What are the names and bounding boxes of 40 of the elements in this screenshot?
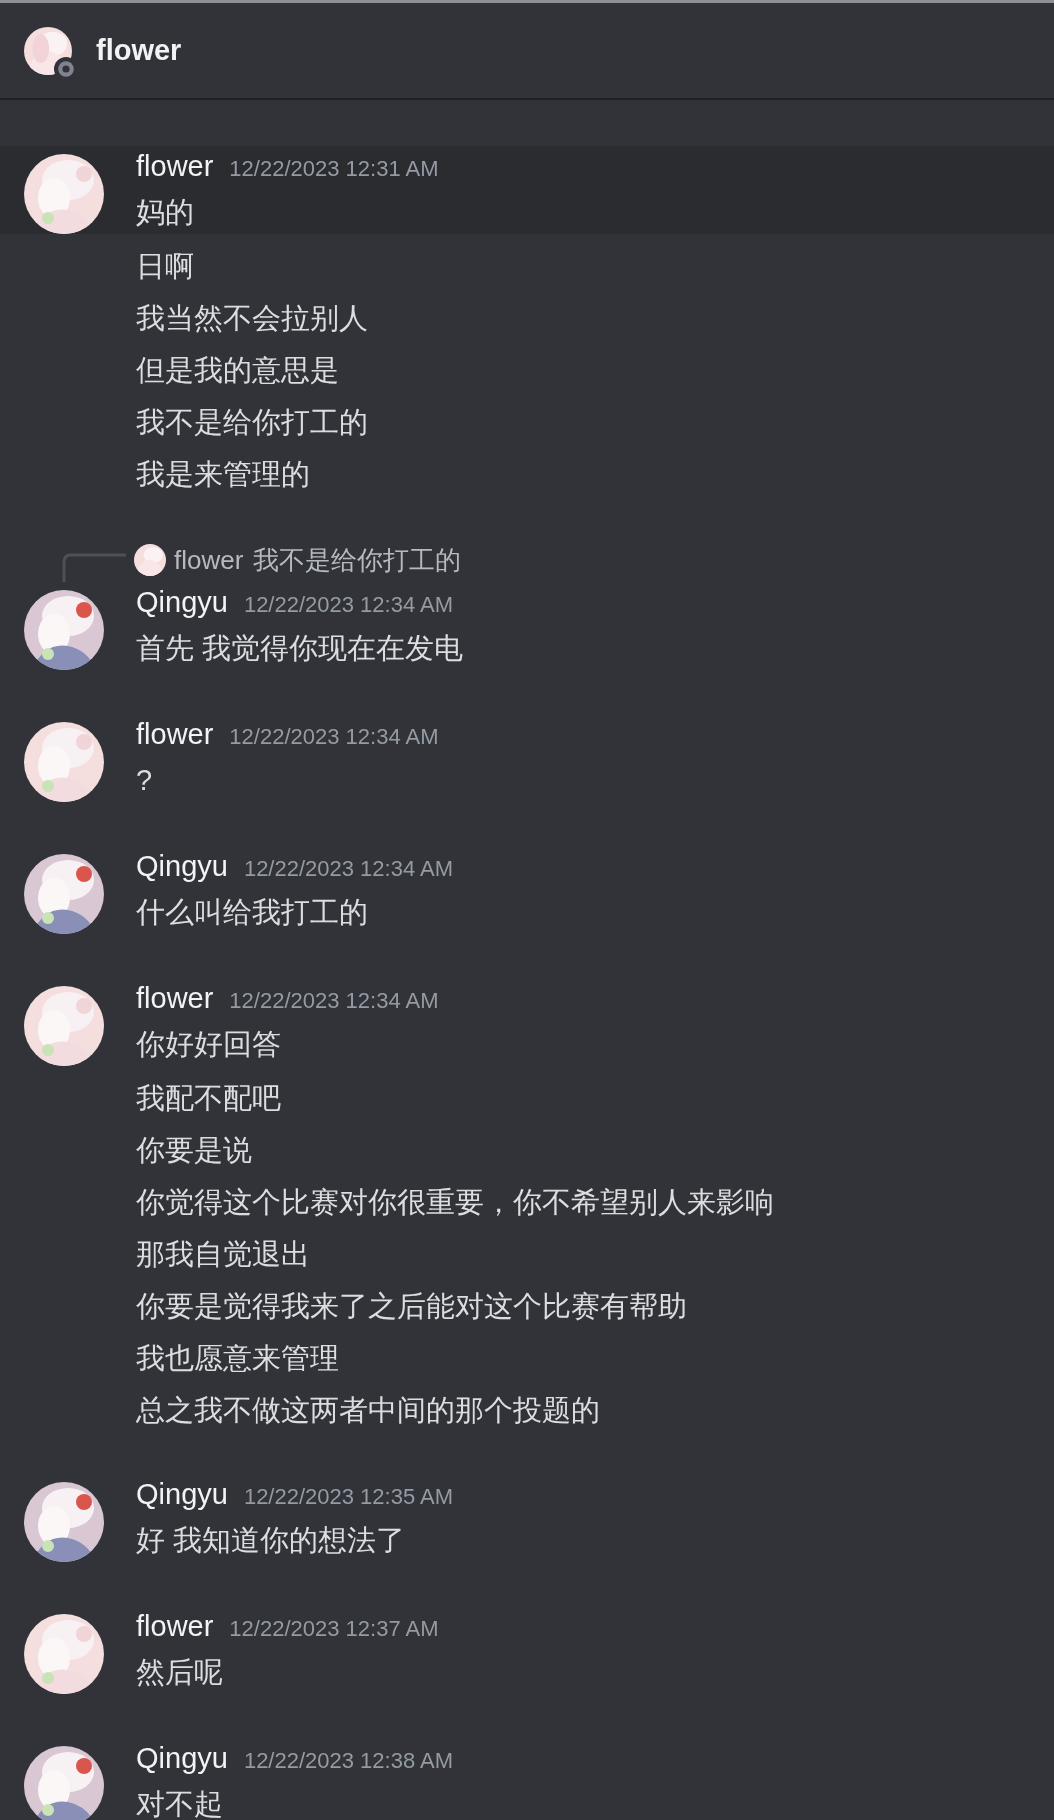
message-text: 我也愿意来管理 xyxy=(136,1341,340,1376)
message-text: 你要是觉得我来了之后能对这个比赛有帮助 xyxy=(136,1289,688,1324)
reply-preview[interactable]: 我不是给你打工的 xyxy=(253,542,462,578)
message-text: 你要是说 xyxy=(136,1133,253,1168)
author-name[interactable]: flower xyxy=(136,150,214,183)
author-name[interactable]: Qingyu xyxy=(136,1478,228,1511)
message-text: 我配不配吧 xyxy=(136,1081,282,1116)
message-text: 什么叫给我打工的 xyxy=(136,895,369,930)
timestamp: 12/22/2023 12:37 AM xyxy=(229,1616,439,1642)
timestamp: 12/22/2023 12:34 AM xyxy=(243,592,454,618)
message-text: 对不起 xyxy=(136,1787,224,1820)
message-text: 日啊 xyxy=(136,249,195,284)
author-name[interactable]: Qingyu xyxy=(136,850,228,883)
message-text: 我是来管理的 xyxy=(136,457,311,492)
message-text: 我当然不会拉别人 xyxy=(136,301,369,336)
author-name[interactable]: Qingyu xyxy=(136,1742,228,1775)
author-name[interactable]: flower xyxy=(136,1610,214,1643)
timestamp: 12/22/2023 12:34 AM xyxy=(229,724,439,750)
channel-title: flower xyxy=(96,34,182,67)
timestamp: 12/22/2023 12:31 AM xyxy=(229,156,439,182)
message-text: 你好好回答 xyxy=(136,1027,282,1062)
message-text: 首先 我觉得你现在在发电 xyxy=(136,631,464,666)
message-text: 妈的 xyxy=(136,195,195,230)
message-text: 我不是给你打工的 xyxy=(136,405,369,440)
message-text: 你觉得这个比赛对你很重要，你不希望别人来影响 xyxy=(136,1185,775,1220)
message-text: 然后呢 xyxy=(136,1655,224,1690)
message-text: ? xyxy=(136,763,154,798)
timestamp: 12/22/2023 12:35 AM xyxy=(243,1484,454,1510)
message-text: 好 我知道你的想法了 xyxy=(136,1523,407,1558)
author-name[interactable]: flower xyxy=(136,982,214,1015)
author-name[interactable]: Qingyu xyxy=(136,586,228,619)
author-name[interactable]: flower xyxy=(136,718,214,751)
message-text: 那我自觉退出 xyxy=(136,1237,311,1272)
reply-author[interactable]: flower xyxy=(174,544,244,576)
reply-connector xyxy=(60,552,126,582)
timestamp: 12/22/2023 12:34 AM xyxy=(243,856,454,882)
message-text: 总之我不做这两者中间的那个投题的 xyxy=(136,1393,601,1428)
timestamp: 12/22/2023 12:34 AM xyxy=(229,988,439,1014)
message-text: 但是我的意思是 xyxy=(136,353,340,388)
timestamp: 12/22/2023 12:38 AM xyxy=(243,1748,454,1774)
